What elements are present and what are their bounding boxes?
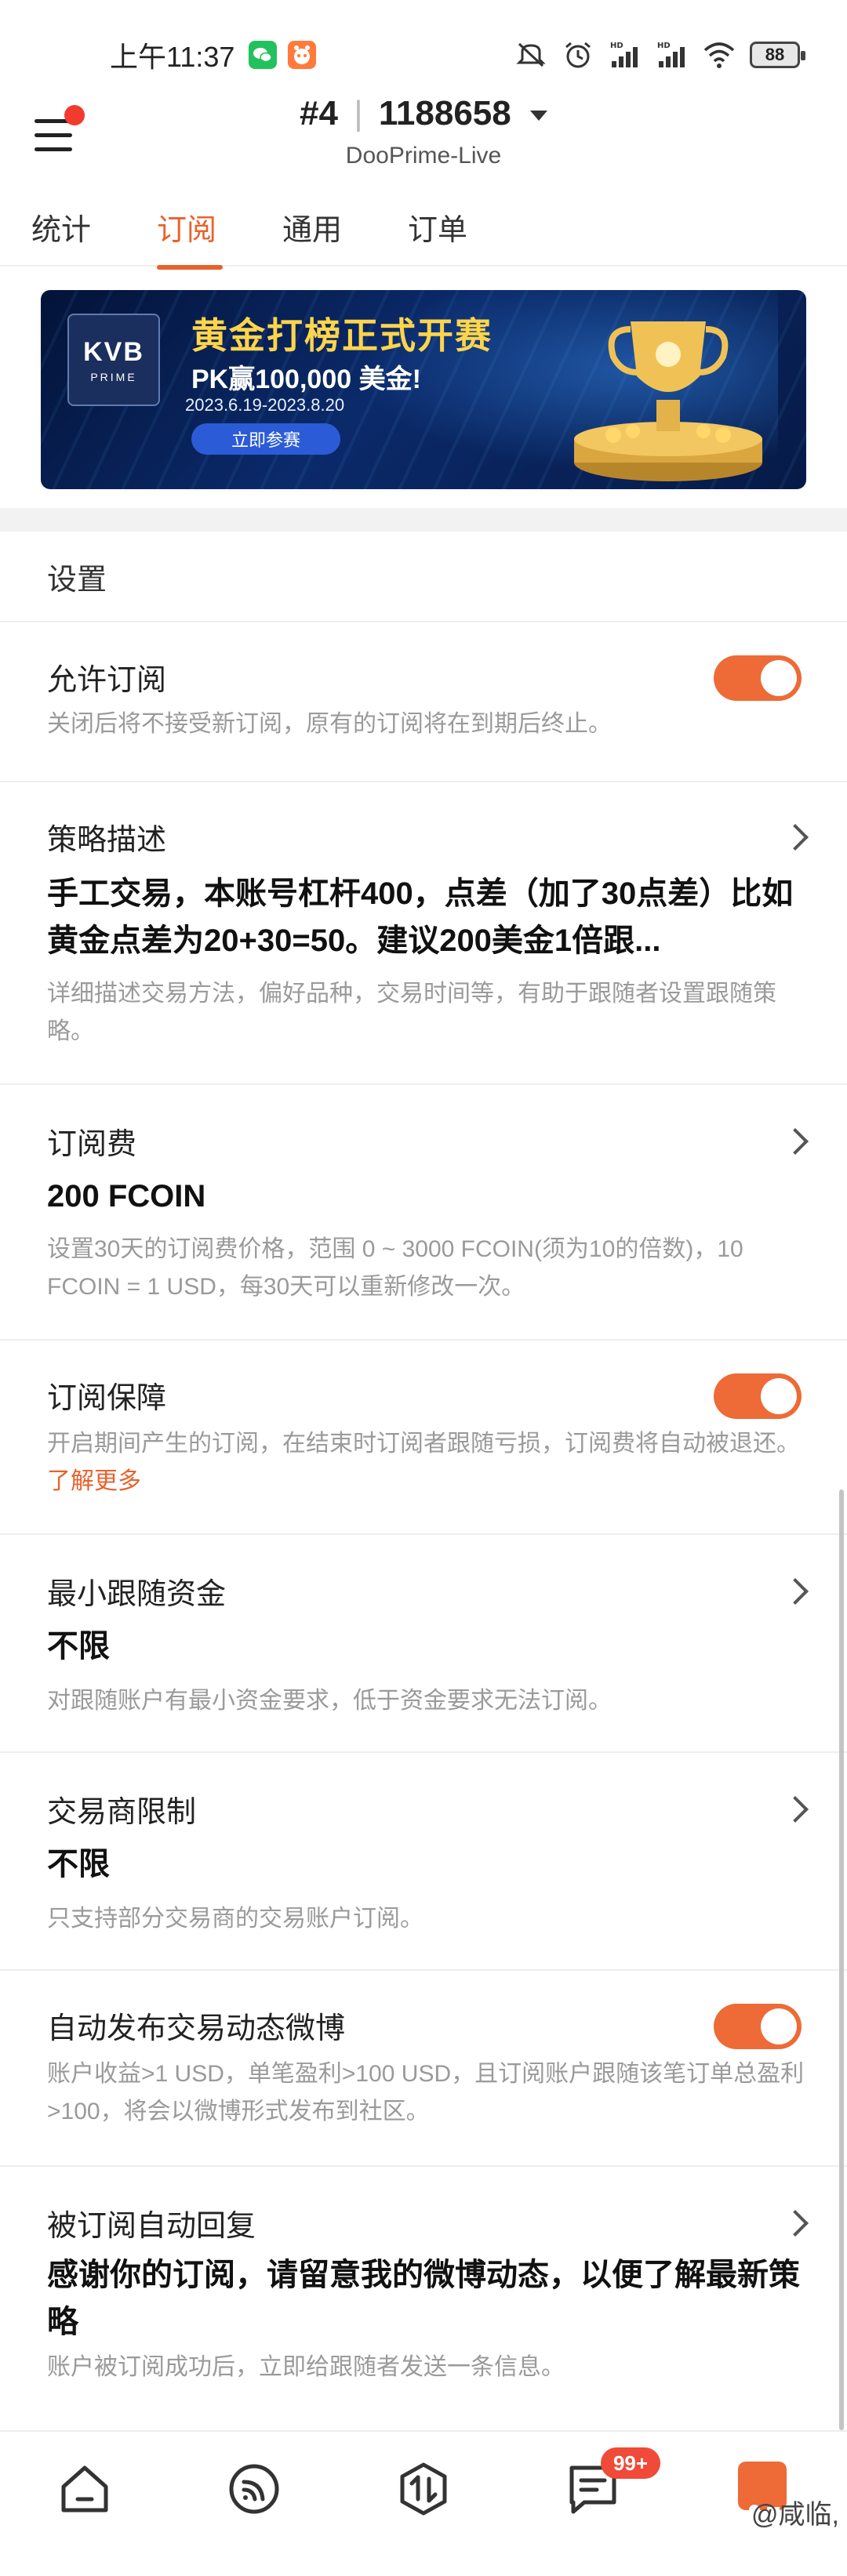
setting-guarantee: 订阅保障 开启期间产生的订阅，在结束时订阅者跟随亏损，订阅费将自动被退还。 了解… bbox=[0, 1341, 847, 1535]
status-bar: 上午11:37 HD HD 88 bbox=[0, 0, 847, 110]
tab-subscription[interactable]: 订阅 bbox=[157, 188, 282, 270]
tab-bar: 统计 订阅 通用 订单 bbox=[0, 188, 847, 270]
setting-min-funds[interactable]: 最小跟随资金 不限 对跟随账户有最小资金要求，低于资金要求无法订阅。 bbox=[0, 1535, 847, 1753]
setting-desc: 开启期间产生的订阅，在结束时订阅者跟随亏损，订阅费将自动被退还。 了解更多 bbox=[47, 1431, 800, 1494]
app-icon bbox=[288, 41, 317, 69]
trophy-icon bbox=[574, 321, 762, 481]
kvb-logo: KVB PRIME bbox=[67, 314, 160, 406]
setting-desc: 设置30天的订阅费价格，范围 0 ~ 3000 FCOIN(须为10的倍数)，1… bbox=[47, 1236, 743, 1300]
watermark: @咸临, bbox=[751, 2500, 839, 2530]
chevron-right-icon bbox=[782, 2210, 809, 2237]
setting-label: 订阅保障 bbox=[47, 1382, 167, 1415]
fee-value: 200 FCOIN bbox=[47, 1179, 206, 1214]
auto-reply-value: 感谢你的订阅，请留意我的微博动态，以便了解最新策略 bbox=[47, 2258, 800, 2339]
nav-feed[interactable] bbox=[169, 2432, 339, 2576]
promo-banner[interactable]: KVB PRIME 黄金打榜正式开赛 PK赢100,000 美金! 2023.6… bbox=[41, 290, 806, 489]
svg-text:HD: HD bbox=[610, 42, 623, 50]
tab-orders[interactable]: 订单 bbox=[408, 188, 533, 265]
messages-badge: 99+ bbox=[601, 2447, 660, 2479]
app-header: #4 | 1188658 DooPrime-Live bbox=[0, 94, 847, 180]
trade-icon bbox=[400, 2462, 447, 2516]
nav-messages[interactable]: 99+ bbox=[508, 2432, 678, 2576]
setting-strategy[interactable]: 策略描述 手工交易，本账号杠杆400，点差（加了30点差）比如黄金点差为20+3… bbox=[0, 782, 847, 1085]
setting-label: 被订阅自动回复 bbox=[47, 2210, 256, 2243]
join-now-button[interactable]: 立即参赛 bbox=[191, 423, 340, 455]
allow-subscription-toggle[interactable] bbox=[714, 655, 802, 701]
svg-text:HD: HD bbox=[657, 42, 671, 50]
setting-auto-reply[interactable]: 被订阅自动回复 感谢你的订阅，请留意我的微博动态，以便了解最新策略 账户被订阅成… bbox=[0, 2167, 847, 2430]
setting-label: 策略描述 bbox=[47, 824, 167, 857]
chevron-right-icon bbox=[782, 1578, 809, 1605]
setting-label: 交易商限制 bbox=[47, 1796, 197, 1829]
account-number: 1188658 bbox=[378, 94, 511, 132]
wechat-icon bbox=[249, 41, 278, 69]
nav-home[interactable] bbox=[0, 2432, 169, 2576]
settings-title: 设置 bbox=[47, 564, 107, 597]
mute-icon bbox=[516, 42, 546, 67]
setting-label: 自动发布交易动态微博 bbox=[47, 2012, 346, 2045]
setting-desc: 关闭后将不接受新订阅，原有的订阅将在到期后终止。 bbox=[47, 711, 612, 737]
setting-desc: 详细描述交易方法，偏好品种，交易时间等，有助于跟随者设置跟随策略。 bbox=[47, 981, 776, 1044]
strategy-value: 手工交易，本账号杠杆400，点差（加了30点差）比如黄金点差为20+30=50。… bbox=[47, 876, 794, 958]
nav-trade[interactable] bbox=[339, 2432, 508, 2576]
bottom-nav: 99+ bbox=[0, 2430, 847, 2576]
status-time: 上午11:37 bbox=[110, 41, 235, 73]
status-app-icons bbox=[249, 41, 317, 69]
signal-hd-icon: HD bbox=[657, 42, 685, 67]
learn-more-link[interactable]: 了解更多 bbox=[47, 1468, 141, 1494]
setting-label: 允许订阅 bbox=[47, 664, 167, 697]
broker-limit-value: 不限 bbox=[47, 1847, 110, 1881]
status-system-icons: HD HD 88 bbox=[514, 39, 805, 71]
caret-down-icon bbox=[529, 110, 547, 121]
chevron-right-icon bbox=[782, 824, 809, 851]
setting-label: 订阅费 bbox=[47, 1128, 137, 1161]
setting-fee[interactable]: 订阅费 200 FCOIN 设置30天的订阅费价格，范围 0 ~ 3000 FC… bbox=[0, 1085, 847, 1341]
banner-dates: 2023.6.19-2023.8.20 bbox=[185, 395, 345, 415]
chevron-right-icon bbox=[782, 1128, 809, 1155]
setting-label: 最小跟随资金 bbox=[47, 1578, 227, 1611]
alarm-icon bbox=[565, 42, 591, 68]
account-prefix: #4 bbox=[300, 94, 338, 132]
setting-desc: 账户被订阅成功后，立即给跟随者发送一条信息。 bbox=[47, 2354, 565, 2380]
tab-general[interactable]: 通用 bbox=[282, 188, 408, 265]
setting-desc: 只支持部分交易商的交易账户订阅。 bbox=[47, 1906, 424, 1932]
server-name: DooPrime-Live bbox=[345, 143, 502, 169]
banner-subtitle: PK赢100,000 美金! bbox=[191, 365, 421, 394]
setting-auto-post: 自动发布交易动态微博 账户收益>1 USD，单笔盈利>100 USD，且订阅账户… bbox=[0, 1971, 847, 2167]
feed-icon bbox=[229, 2464, 279, 2514]
account-selector[interactable]: #4 | 1188658 bbox=[0, 94, 847, 133]
setting-broker-limit[interactable]: 交易商限制 不限 只支持部分交易商的交易账户订阅。 bbox=[0, 1753, 847, 1971]
guarantee-toggle[interactable] bbox=[714, 1373, 802, 1419]
settings-section-header: 设置 bbox=[0, 532, 847, 622]
signal-hd-icon: HD bbox=[610, 42, 638, 67]
setting-desc: 对跟随账户有最小资金要求，低于资金要求无法订阅。 bbox=[47, 1688, 612, 1714]
banner-title: 黄金打榜正式开赛 bbox=[191, 315, 493, 356]
tab-stats[interactable]: 统计 bbox=[31, 188, 157, 265]
min-funds-value: 不限 bbox=[47, 1629, 110, 1664]
active-tab-indicator bbox=[157, 265, 223, 270]
setting-allow-subscription: 允许订阅 关闭后将不接受新订阅，原有的订阅将在到期后终止。 bbox=[0, 624, 847, 782]
battery-indicator: 88 bbox=[750, 42, 805, 68]
scrollbar[interactable] bbox=[839, 1489, 844, 2430]
setting-desc: 账户收益>1 USD，单笔盈利>100 USD，且订阅账户跟随该笔订单总盈利>1… bbox=[47, 2061, 805, 2124]
home-icon bbox=[61, 2465, 108, 2513]
auto-post-toggle[interactable] bbox=[714, 2004, 802, 2049]
wifi-icon bbox=[703, 42, 735, 68]
chevron-right-icon bbox=[782, 1796, 809, 1823]
